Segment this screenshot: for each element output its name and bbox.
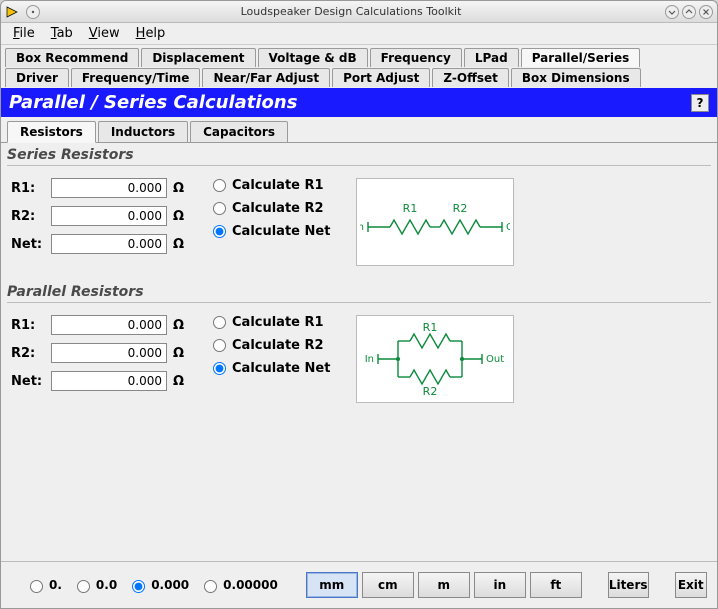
parallel-r2-label: R2: bbox=[11, 346, 45, 361]
precision-0d0[interactable]: 0.0 bbox=[72, 577, 117, 593]
series-r1-label: R1: bbox=[11, 181, 45, 196]
series-net-row: Net: Ω bbox=[11, 234, 187, 254]
svg-text:In: In bbox=[360, 222, 364, 233]
tab-port-adjust[interactable]: Port Adjust bbox=[332, 68, 430, 87]
unit-ft-button[interactable]: ft bbox=[530, 572, 582, 598]
series-calc-r2-radio[interactable]: Calculate R2 bbox=[213, 201, 330, 216]
series-section-title: Series Resistors bbox=[7, 143, 711, 166]
svg-text:R1: R1 bbox=[423, 321, 438, 334]
minimize-button[interactable] bbox=[665, 5, 679, 19]
series-r2-unit: Ω bbox=[173, 209, 187, 224]
tab-frequency[interactable]: Frequency bbox=[370, 48, 462, 67]
series-net-label: Net: bbox=[11, 237, 45, 252]
window-menu-icon[interactable] bbox=[26, 5, 40, 19]
series-r2-row: R2: Ω bbox=[11, 206, 187, 226]
menu-help[interactable]: Help bbox=[128, 24, 174, 43]
parallel-r2-input[interactable] bbox=[51, 343, 167, 363]
unit-mm-button[interactable]: mm bbox=[306, 572, 358, 598]
content-area: Series Resistors R1: Ω R2: Ω Net: Ω bbox=[1, 143, 717, 561]
parallel-r1-row: R1: Ω bbox=[11, 315, 187, 335]
panel-header: Parallel / Series Calculations ? bbox=[1, 88, 717, 117]
parallel-net-unit: Ω bbox=[173, 374, 187, 389]
tab-displacement[interactable]: Displacement bbox=[141, 48, 255, 67]
tab-parallel-series[interactable]: Parallel/Series bbox=[521, 48, 641, 67]
liters-button[interactable]: Liters bbox=[608, 572, 649, 598]
footer-bar: 0. 0.0 0.000 0.00000 mmcmminft Liters Exit bbox=[1, 561, 717, 608]
tab-near-far-adjust[interactable]: Near/Far Adjust bbox=[202, 68, 330, 87]
main-tabstrip-row2: DriverFrequency/TimeNear/Far AdjustPort … bbox=[1, 68, 717, 88]
parallel-diagram: R1 R2 In Out bbox=[356, 315, 514, 403]
parallel-calc-r1-radio[interactable]: Calculate R1 bbox=[213, 315, 330, 330]
parallel-net-row: Net: Ω bbox=[11, 371, 187, 391]
unit-buttons: mmcmminft bbox=[306, 572, 582, 598]
parallel-r1-label: R1: bbox=[11, 318, 45, 333]
parallel-radios: Calculate R1 Calculate R2 Calculate Net bbox=[213, 315, 330, 376]
parallel-net-label: Net: bbox=[11, 374, 45, 389]
close-button[interactable] bbox=[699, 5, 713, 19]
unit-m-button[interactable]: m bbox=[418, 572, 470, 598]
tab-box-dimensions[interactable]: Box Dimensions bbox=[511, 68, 641, 87]
menu-view[interactable]: View bbox=[81, 24, 128, 43]
svg-text:R1: R1 bbox=[403, 202, 418, 215]
series-r1-row: R1: Ω bbox=[11, 178, 187, 198]
help-button[interactable]: ? bbox=[691, 94, 709, 112]
precision-radios: 0. 0.0 0.000 0.00000 bbox=[25, 577, 278, 593]
tab-voltage-db[interactable]: Voltage & dB bbox=[258, 48, 368, 67]
menu-tab[interactable]: Tab bbox=[43, 24, 81, 43]
window-title: Loudspeaker Design Calculations Toolkit bbox=[40, 5, 662, 18]
parallel-r1-unit: Ω bbox=[173, 318, 187, 333]
series-r1-input[interactable] bbox=[51, 178, 167, 198]
sub-tabstrip: ResistorsInductorsCapacitors bbox=[1, 117, 717, 143]
unit-cm-button[interactable]: cm bbox=[362, 572, 414, 598]
series-diagram: R1 R2 In Out bbox=[356, 178, 514, 266]
series-r2-label: R2: bbox=[11, 209, 45, 224]
tab-frequency-time[interactable]: Frequency/Time bbox=[71, 68, 201, 87]
series-net-input[interactable] bbox=[51, 234, 167, 254]
precision-0d[interactable]: 0. bbox=[25, 577, 62, 593]
series-radios: Calculate R1 Calculate R2 Calculate Net bbox=[213, 178, 330, 239]
svg-text:R2: R2 bbox=[423, 385, 438, 398]
subtab-inductors[interactable]: Inductors bbox=[98, 121, 188, 143]
precision-0d00000[interactable]: 0.00000 bbox=[199, 577, 278, 593]
tab-z-offset[interactable]: Z-Offset bbox=[432, 68, 508, 87]
menu-file[interactable]: File bbox=[5, 24, 43, 43]
menubar: File Tab View Help bbox=[1, 23, 717, 45]
panel-title: Parallel / Series Calculations bbox=[9, 92, 297, 113]
parallel-calc-net-radio[interactable]: Calculate Net bbox=[213, 361, 330, 376]
subtab-resistors[interactable]: Resistors bbox=[7, 121, 96, 143]
parallel-r2-unit: Ω bbox=[173, 346, 187, 361]
parallel-inputs: R1: Ω R2: Ω Net: Ω bbox=[11, 315, 187, 391]
series-r1-unit: Ω bbox=[173, 181, 187, 196]
svg-text:Out: Out bbox=[486, 354, 504, 365]
parallel-section: R1: Ω R2: Ω Net: Ω Calculate R1 Calculat… bbox=[7, 313, 711, 417]
unit-in-button[interactable]: in bbox=[474, 572, 526, 598]
parallel-r2-row: R2: Ω bbox=[11, 343, 187, 363]
app-window: Loudspeaker Design Calculations Toolkit … bbox=[0, 0, 718, 609]
series-section: R1: Ω R2: Ω Net: Ω Calculate R1 Calculat… bbox=[7, 176, 711, 280]
svg-text:In: In bbox=[365, 354, 374, 365]
maximize-button[interactable] bbox=[682, 5, 696, 19]
parallel-calc-r2-radio[interactable]: Calculate R2 bbox=[213, 338, 330, 353]
parallel-r1-input[interactable] bbox=[51, 315, 167, 335]
tab-driver[interactable]: Driver bbox=[5, 68, 69, 87]
svg-text:R2: R2 bbox=[453, 202, 468, 215]
precision-0d000[interactable]: 0.000 bbox=[127, 577, 189, 593]
exit-button[interactable]: Exit bbox=[675, 572, 707, 598]
parallel-net-input[interactable] bbox=[51, 371, 167, 391]
series-calc-r1-radio[interactable]: Calculate R1 bbox=[213, 178, 330, 193]
app-icon bbox=[5, 5, 19, 19]
series-calc-net-radio[interactable]: Calculate Net bbox=[213, 224, 330, 239]
svg-text:Out: Out bbox=[506, 222, 510, 233]
subtab-capacitors[interactable]: Capacitors bbox=[190, 121, 288, 143]
tab-lpad[interactable]: LPad bbox=[464, 48, 519, 67]
titlebar: Loudspeaker Design Calculations Toolkit bbox=[1, 1, 717, 23]
series-net-unit: Ω bbox=[173, 237, 187, 252]
tab-box-recommend[interactable]: Box Recommend bbox=[5, 48, 139, 67]
series-inputs: R1: Ω R2: Ω Net: Ω bbox=[11, 178, 187, 254]
series-r2-input[interactable] bbox=[51, 206, 167, 226]
parallel-section-title: Parallel Resistors bbox=[7, 280, 711, 303]
main-tabstrip: Box RecommendDisplacementVoltage & dBFre… bbox=[1, 45, 717, 68]
